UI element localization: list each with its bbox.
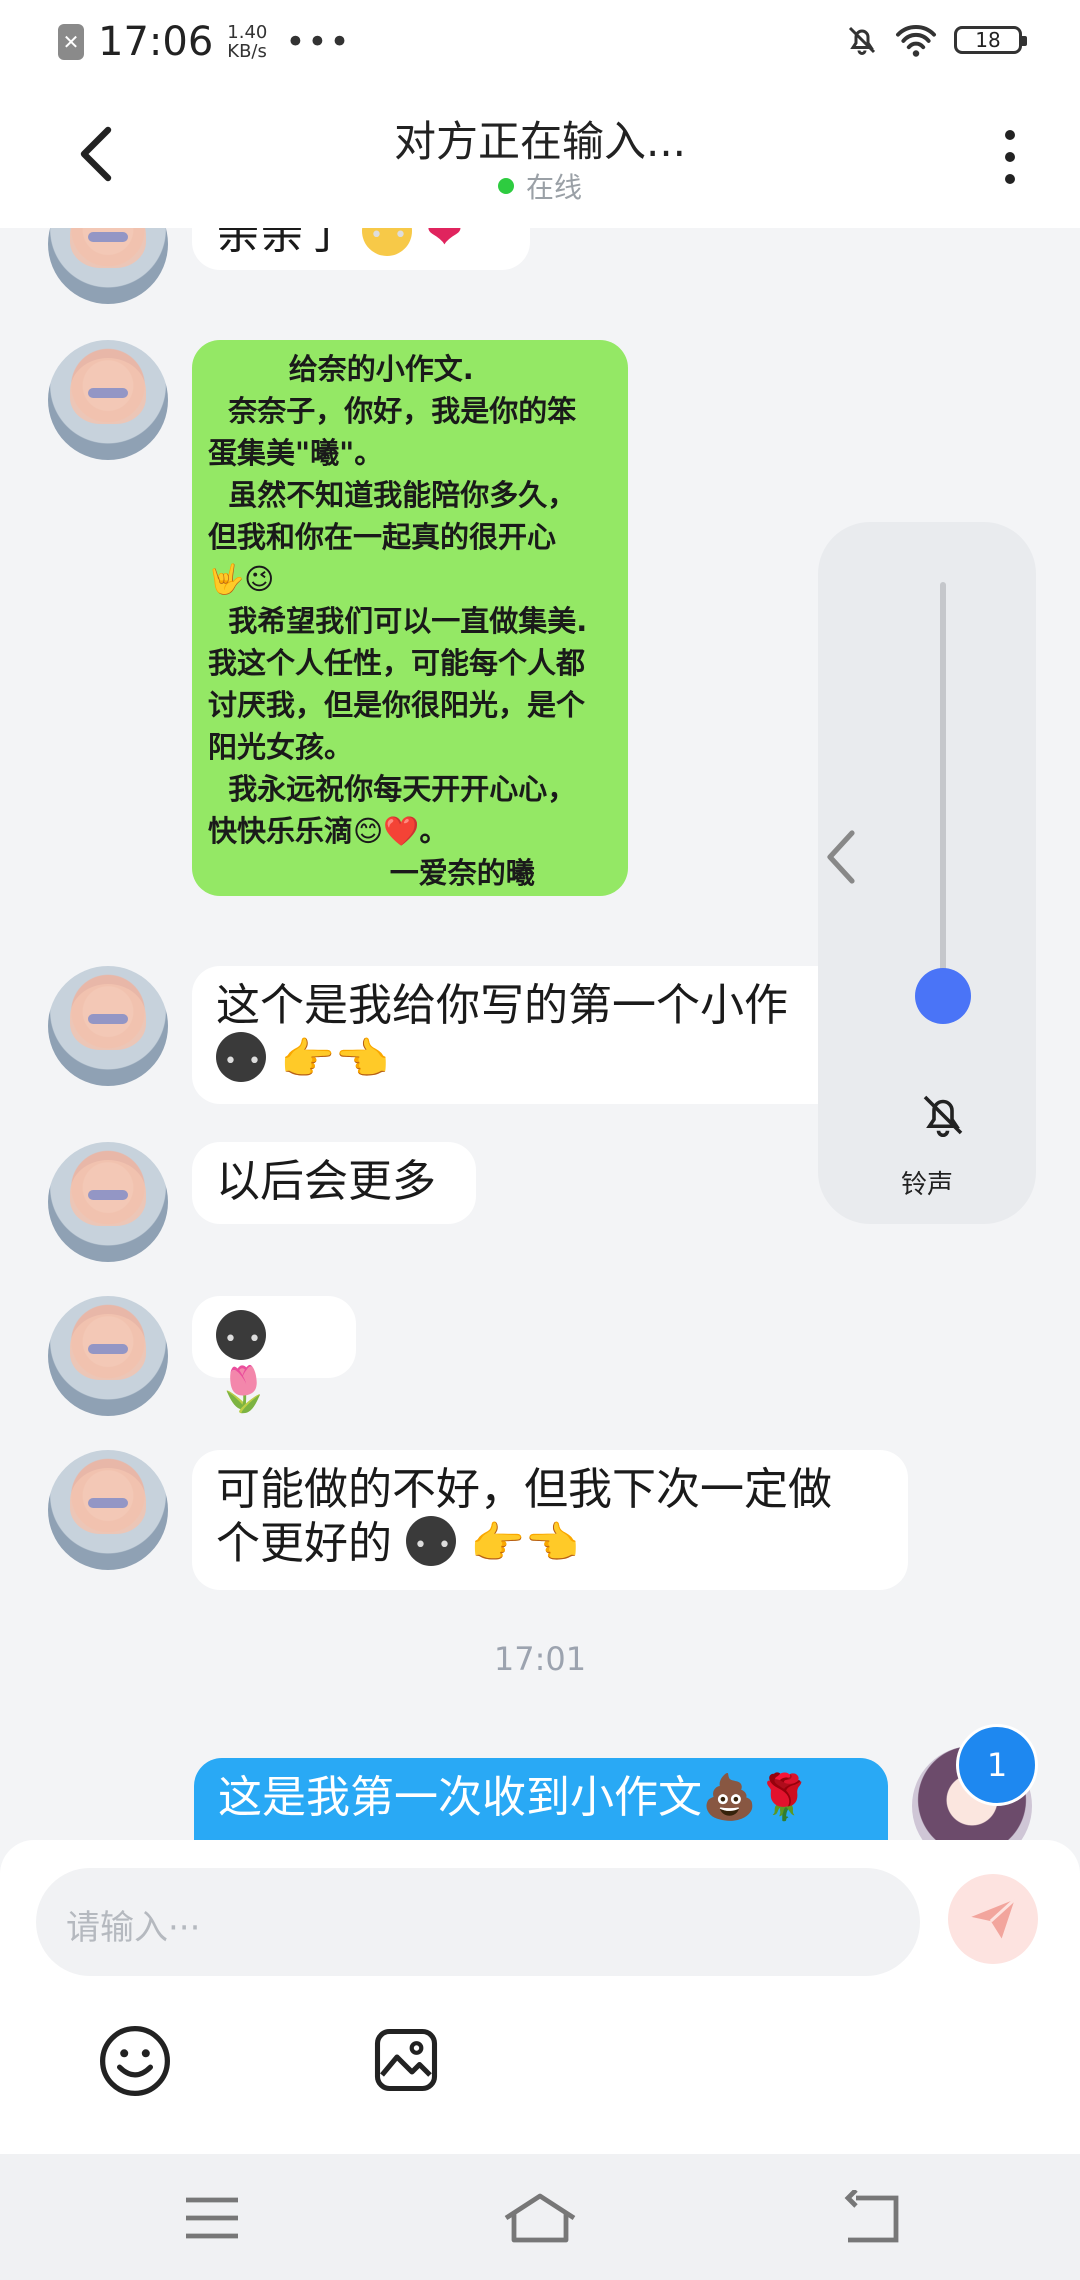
avatar[interactable] bbox=[48, 340, 168, 460]
more-notifications-icon: ••• bbox=[285, 22, 352, 62]
system-nav-bar bbox=[0, 2154, 1080, 2280]
home-icon[interactable] bbox=[502, 2190, 578, 2246]
my-message-bubble[interactable]: 这是我第一次收到小作文💩🌹 bbox=[194, 1758, 888, 1840]
letter-bubble[interactable]: 给奈的小作文. 奈奈子，你好，我是你的笨 蛋集美"曦"。 虽然不知道我能陪你多久… bbox=[192, 340, 628, 896]
send-plane-icon bbox=[971, 1898, 1016, 1939]
status-time: 17:06 bbox=[98, 19, 214, 65]
message-emoji-line: 个更好的 👉👈 bbox=[216, 1516, 884, 1572]
bell-muted-icon[interactable] bbox=[916, 1088, 970, 1142]
message-text: 这是我第一次收到小作文💩🌹 bbox=[218, 1772, 812, 1823]
send-button[interactable] bbox=[948, 1874, 1038, 1964]
message-bubble[interactable]: 这个是我给你写的第一个小作 👉👈 bbox=[192, 966, 892, 1104]
volume-slider-track[interactable] bbox=[940, 582, 946, 1022]
volume-slider-knob[interactable] bbox=[915, 967, 971, 1024]
volume-label: 铃声 bbox=[900, 1170, 953, 1200]
status-bar: ✕ 17:06 1.40 KB/s ••• 18 bbox=[0, 0, 1080, 86]
chat-header: 对方正在输入... 在线 bbox=[0, 86, 1080, 228]
avatar[interactable] bbox=[48, 966, 168, 1086]
dark-smiley-emoji-icon bbox=[216, 1032, 266, 1088]
message-text: 个更好的 bbox=[216, 1518, 392, 1569]
message-bubble[interactable]: 以后会更多 bbox=[192, 1142, 476, 1224]
online-dot bbox=[497, 178, 514, 194]
menu-icon[interactable] bbox=[182, 2190, 242, 2246]
network-speed-unit: KB/s bbox=[227, 41, 267, 62]
back-nav-icon[interactable] bbox=[840, 2190, 900, 2246]
wifi-icon bbox=[896, 25, 936, 57]
message-input[interactable]: 请输入··· bbox=[36, 1868, 920, 1976]
chevron-left-icon bbox=[827, 830, 855, 884]
volume-expand-button[interactable] bbox=[810, 827, 870, 887]
dot bbox=[1005, 152, 1015, 162]
dark-smiley-emoji-icon bbox=[216, 1310, 266, 1366]
avatar[interactable] bbox=[48, 1296, 168, 1416]
image-icon[interactable] bbox=[370, 2024, 442, 2096]
sim-x-icon: ✕ bbox=[58, 24, 84, 60]
emoji-icon[interactable] bbox=[98, 2024, 172, 2098]
message-bubble[interactable]: 🌷 bbox=[192, 1296, 356, 1415]
message-bubble[interactable]: 可能做的不好，但我下次一定做 个更好的 👉👈 bbox=[192, 1450, 908, 1590]
message-text: 以后会更多 bbox=[216, 1156, 436, 1207]
avatar[interactable] bbox=[48, 228, 168, 304]
dot bbox=[1005, 174, 1015, 184]
heart-emoji-icon: ❤ bbox=[426, 228, 463, 259]
avatar[interactable] bbox=[48, 1142, 168, 1262]
battery-icon: 18 bbox=[954, 26, 1027, 54]
avatar[interactable] bbox=[48, 1450, 168, 1570]
message-emoji-line: 👉👈 bbox=[216, 1032, 868, 1088]
network-speed-value: 1.40 bbox=[227, 22, 268, 43]
input-area: 请输入··· bbox=[0, 1840, 1080, 2154]
online-status-label: 在线 bbox=[525, 171, 582, 204]
smiley-emoji-icon bbox=[362, 228, 412, 262]
message-bubble[interactable]: 亲亲了 ❤ bbox=[192, 228, 530, 270]
page-title: 对方正在输入... bbox=[393, 117, 687, 166]
bell-muted-icon bbox=[848, 26, 876, 55]
online-status: 在线 bbox=[0, 166, 1080, 206]
pointing-hands-emoji: 👉👈 bbox=[470, 1518, 580, 1569]
pointing-hands-emoji: 👉👈 bbox=[280, 1034, 390, 1085]
more-options-button[interactable] bbox=[990, 122, 1030, 192]
message-timestamp: 17:01 bbox=[493, 1640, 587, 1678]
message-text: 亲亲了 bbox=[216, 228, 348, 259]
network-speed: 1.40 KB/s bbox=[227, 23, 267, 61]
message-text: 可能做的不好，但我下次一定做 bbox=[216, 1464, 832, 1515]
message-text: 这个是我给你写的第一个小作 bbox=[216, 980, 788, 1031]
dot bbox=[1005, 130, 1015, 140]
tulip-emoji: 🌷 bbox=[216, 1364, 271, 1415]
volume-panel[interactable]: 铃声 bbox=[818, 522, 1036, 1224]
unread-badge[interactable]: 1 bbox=[956, 1724, 1038, 1806]
dark-smiley-emoji-icon bbox=[406, 1516, 456, 1572]
